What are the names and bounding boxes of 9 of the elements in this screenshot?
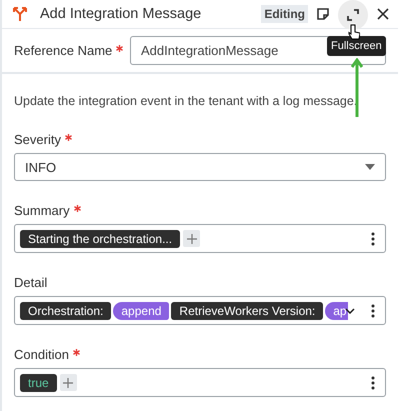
- window-title: Add Integration Message: [40, 6, 202, 22]
- description-text: Update the integration event in the tenant with a log message.: [14, 94, 358, 108]
- field-label: Severity: [14, 132, 61, 147]
- tooltip: Fullscreen: [327, 36, 386, 56]
- field-label: Reference Name: [14, 43, 112, 58]
- field-label: Summary: [14, 203, 70, 218]
- status-badge: Editing: [261, 5, 308, 23]
- field-label: Condition: [14, 347, 69, 362]
- field-label: Detail: [14, 275, 48, 290]
